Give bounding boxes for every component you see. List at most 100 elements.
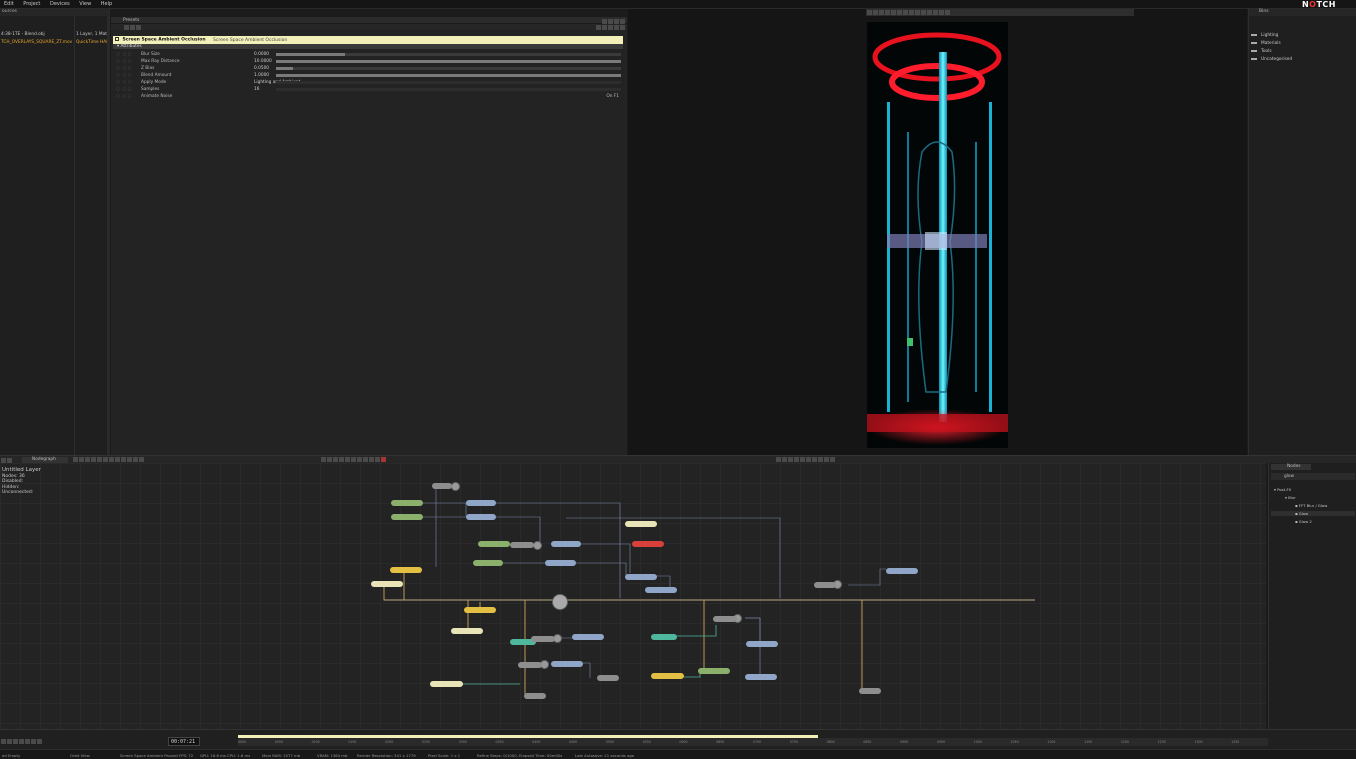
keyframe-icon[interactable]: ○ ○ ○ [116, 94, 131, 99]
node-blue[interactable] [625, 574, 657, 580]
node-blue[interactable] [551, 541, 581, 547]
prop-slider[interactable] [276, 67, 621, 70]
animate-noise-toggle[interactable]: On F1 [606, 94, 619, 99]
keyframe-icon[interactable]: ○ ○ ○ [116, 80, 131, 85]
node-blue[interactable] [746, 641, 778, 647]
node-grey[interactable] [597, 675, 619, 681]
loop-icon[interactable] [18, 739, 24, 744]
resource-file-obj[interactable]: 4:38-1TE - Blend.obj [1, 32, 45, 37]
node-teal[interactable] [651, 634, 677, 640]
paste-icon[interactable] [601, 25, 607, 30]
cue-icon[interactable] [344, 457, 350, 462]
timeline-clip[interactable] [238, 735, 818, 738]
prop-slider[interactable] [276, 74, 621, 77]
group-icon[interactable] [102, 457, 108, 462]
node-red[interactable] [632, 541, 664, 547]
nodes-search-input[interactable]: glow [1271, 473, 1355, 480]
text-icon[interactable] [84, 457, 90, 462]
bin-uncategorised[interactable]: Uncategorised [1261, 57, 1292, 62]
loop-icon[interactable] [823, 457, 829, 462]
snap-icon[interactable] [914, 10, 920, 15]
view-icon[interactable] [908, 10, 914, 15]
record-icon[interactable] [24, 739, 30, 744]
node-blue[interactable] [466, 500, 496, 506]
speed-icon[interactable] [368, 457, 374, 462]
tab-presets[interactable]: Presets [123, 18, 139, 23]
step-back-icon[interactable] [787, 457, 793, 462]
prop-slider[interactable] [276, 53, 621, 56]
tree-glow-2[interactable]: ▪ Glow 2 [1295, 519, 1312, 524]
node-blue[interactable] [745, 674, 777, 680]
keyframe-icon[interactable]: ○ ○ ○ [116, 59, 131, 64]
prop-value[interactable]: 10.0000 [254, 59, 272, 64]
scrollbar[interactable] [107, 16, 110, 455]
curve-icon[interactable] [362, 457, 368, 462]
move-tool-icon[interactable] [872, 10, 878, 15]
zoom-icon[interactable] [78, 457, 84, 462]
node-cream[interactable] [430, 681, 463, 687]
menu-view[interactable]: View [75, 0, 95, 8]
pin-icon[interactable] [613, 25, 619, 30]
lock-icon[interactable] [108, 457, 114, 462]
node-grey[interactable] [432, 483, 452, 489]
keyframe-icon[interactable]: ○ ○ ○ [116, 87, 131, 92]
play-icon[interactable] [320, 457, 326, 462]
scale-tool-icon[interactable] [884, 10, 890, 15]
reset-icon[interactable] [607, 25, 613, 30]
bin-materials[interactable]: Materials [1261, 41, 1281, 46]
node-blue[interactable] [645, 587, 677, 593]
stop-icon[interactable] [6, 739, 12, 744]
shading-icon[interactable] [932, 10, 938, 15]
tree-post-fx[interactable]: ▾ Post-FX [1274, 487, 1291, 492]
key-icon[interactable] [350, 457, 356, 462]
timecode-field[interactable]: 00:07:21 [168, 737, 200, 746]
attributes-section[interactable]: ▾ Attributes [113, 44, 623, 49]
menu-edit[interactable]: Edit [0, 0, 18, 8]
play-icon[interactable] [799, 457, 805, 462]
layout-icon[interactable] [132, 457, 138, 462]
node-grey[interactable] [518, 662, 542, 668]
rewind-icon[interactable] [793, 457, 799, 462]
skip-end-icon[interactable] [817, 457, 823, 462]
select-box[interactable] [276, 81, 621, 84]
bin-lighting[interactable]: Lighting [1261, 33, 1278, 38]
node-green[interactable] [698, 668, 730, 674]
node-yellow[interactable] [464, 607, 496, 613]
copy-icon[interactable] [595, 25, 601, 30]
menu-project[interactable]: Project [19, 0, 44, 8]
skip-start-icon[interactable] [775, 457, 781, 462]
node-blue[interactable] [886, 568, 918, 574]
grid-icon[interactable] [126, 457, 132, 462]
grid-icon[interactable] [896, 10, 902, 15]
rotate-tool-icon[interactable] [878, 10, 884, 15]
node-grey[interactable] [713, 616, 737, 622]
node-grey[interactable] [814, 582, 836, 588]
node-yellow[interactable] [390, 567, 422, 573]
node-cream[interactable] [451, 628, 483, 634]
prop-value[interactable]: 0.0500 [254, 66, 269, 71]
hub-node[interactable] [451, 482, 460, 491]
frame-icon[interactable] [120, 457, 126, 462]
settings-icon[interactable] [829, 457, 835, 462]
prop-slider[interactable] [276, 60, 621, 63]
loop-icon[interactable] [332, 457, 338, 462]
prev-key-icon[interactable] [781, 457, 787, 462]
node-blue[interactable] [551, 661, 583, 667]
prop-value[interactable]: 1.0000 [254, 73, 269, 78]
select-box[interactable] [276, 88, 621, 91]
align-icon[interactable] [96, 457, 102, 462]
node-green[interactable] [473, 560, 503, 566]
record-icon[interactable] [326, 457, 332, 462]
link-icon[interactable] [135, 25, 141, 30]
zoom-icon[interactable] [30, 739, 36, 744]
enable-checkbox[interactable] [115, 37, 119, 41]
bounds-icon[interactable] [920, 10, 926, 15]
node-cream[interactable] [625, 521, 657, 527]
samples-select[interactable]: 16 [254, 87, 259, 92]
node-green[interactable] [391, 500, 423, 506]
snap-icon[interactable] [356, 457, 362, 462]
column-divider[interactable] [74, 16, 75, 455]
keyframe-icon[interactable]: ○ ○ ○ [116, 66, 131, 71]
warning-icon[interactable] [380, 457, 386, 462]
node-grey[interactable] [859, 688, 881, 694]
